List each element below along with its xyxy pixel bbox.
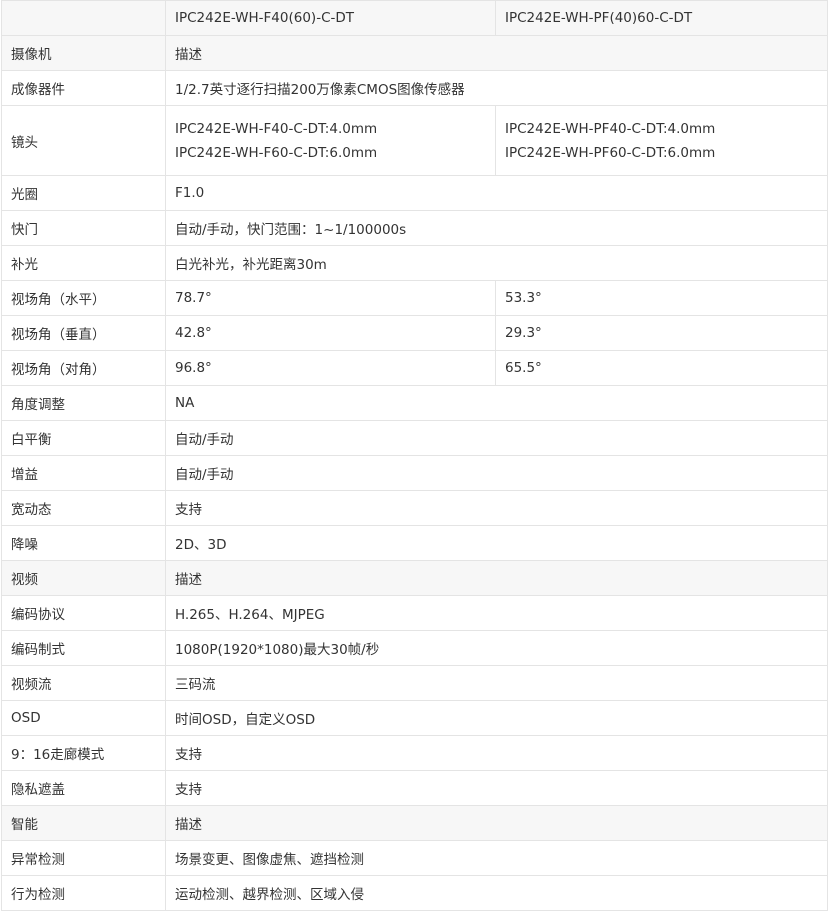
section-desc: 描述 — [165, 805, 828, 841]
table-row-aperture: 光圈 F1.0 — [1, 175, 828, 211]
row-value: 支持 — [165, 490, 828, 526]
table-row-fov-vertical: 视场角（垂直） 42.8° 29.3° — [1, 315, 828, 351]
row-label: 视场角（对角） — [1, 350, 166, 386]
table-row-white-balance: 白平衡 自动/手动 — [1, 420, 828, 456]
table-row-fov-diagonal: 视场角（对角） 96.8° 65.5° — [1, 350, 828, 386]
row-value-b: 53.3° — [495, 280, 828, 316]
row-label: 隐私遮盖 — [1, 770, 166, 806]
row-value: 运动检测、越界检测、区域入侵 — [165, 875, 828, 911]
lens-a-line1: IPC242E-WH-F40-C-DT:4.0mm — [175, 120, 378, 137]
section-row-video: 视频 描述 — [1, 560, 828, 596]
section-row-smart: 智能 描述 — [1, 805, 828, 841]
table-row-streams: 视频流 三码流 — [1, 665, 828, 701]
header-model-b: IPC242E-WH-PF(40)60-C-DT — [495, 0, 828, 36]
row-value: NA — [165, 385, 828, 421]
table-row-privacy-mask: 隐私遮盖 支持 — [1, 770, 828, 806]
row-label: 增益 — [1, 455, 166, 491]
row-label: 视场角（水平） — [1, 280, 166, 316]
row-label: 白平衡 — [1, 420, 166, 456]
row-label: 行为检测 — [1, 875, 166, 911]
lens-b-line2: IPC242E-WH-PF60-C-DT:6.0mm — [505, 144, 716, 161]
row-value: 2D、3D — [165, 525, 828, 561]
row-value-a: 96.8° — [165, 350, 496, 386]
table-row-shutter: 快门 自动/手动，快门范围：1~1/100000s — [1, 210, 828, 246]
row-value: 支持 — [165, 770, 828, 806]
row-label: 编码协议 — [1, 595, 166, 631]
table-row-wdr: 宽动态 支持 — [1, 490, 828, 526]
row-label: 降噪 — [1, 525, 166, 561]
row-value: 自动/手动，快门范围：1~1/100000s — [165, 210, 828, 246]
row-label: OSD — [1, 700, 166, 736]
table-row-sensor: 成像器件 1/2.7英寸逐行扫描200万像素CMOS图像传感器 — [1, 70, 828, 106]
row-value: F1.0 — [165, 175, 828, 211]
row-label: 视频流 — [1, 665, 166, 701]
row-label: 光圈 — [1, 175, 166, 211]
row-value: 白光补光，补光距离30m — [165, 245, 828, 281]
row-value-b: 65.5° — [495, 350, 828, 386]
table-row-format: 编码制式 1080P(1920*1080)最大30帧/秒 — [1, 630, 828, 666]
row-value: 三码流 — [165, 665, 828, 701]
row-value: 自动/手动 — [165, 420, 828, 456]
row-value: 1/2.7英寸逐行扫描200万像素CMOS图像传感器 — [165, 70, 828, 106]
row-value-a: IPC242E-WH-F40-C-DT:4.0mm IPC242E-WH-F60… — [165, 105, 496, 176]
section-desc: 描述 — [165, 560, 828, 596]
row-label: 成像器件 — [1, 70, 166, 106]
lens-b-line1: IPC242E-WH-PF40-C-DT:4.0mm — [505, 120, 716, 137]
table-row-anomaly-detection: 异常检测 场景变更、图像虚焦、遮挡检测 — [1, 840, 828, 876]
table-row-osd: OSD 时间OSD，自定义OSD — [1, 700, 828, 736]
row-label: 编码制式 — [1, 630, 166, 666]
row-value: 场景变更、图像虚焦、遮挡检测 — [165, 840, 828, 876]
row-label: 9：16走廊模式 — [1, 735, 166, 771]
section-label: 视频 — [1, 560, 166, 596]
table-row-corridor-mode: 9：16走廊模式 支持 — [1, 735, 828, 771]
row-value: 自动/手动 — [165, 455, 828, 491]
row-label: 角度调整 — [1, 385, 166, 421]
row-value-b: IPC242E-WH-PF40-C-DT:4.0mm IPC242E-WH-PF… — [495, 105, 828, 176]
section-desc: 描述 — [165, 35, 828, 71]
table-row-fill-light: 补光 白光补光，补光距离30m — [1, 245, 828, 281]
row-value: 时间OSD，自定义OSD — [165, 700, 828, 736]
lens-a-line2: IPC242E-WH-F60-C-DT:6.0mm — [175, 144, 378, 161]
section-label: 摄像机 — [1, 35, 166, 71]
row-label: 宽动态 — [1, 490, 166, 526]
row-value: 1080P(1920*1080)最大30帧/秒 — [165, 630, 828, 666]
table-row-angle-adjust: 角度调整 NA — [1, 385, 828, 421]
row-value-b: 29.3° — [495, 315, 828, 351]
header-model-a: IPC242E-WH-F40(60)-C-DT — [165, 0, 496, 36]
row-label: 快门 — [1, 210, 166, 246]
row-label: 镜头 — [1, 105, 166, 176]
table-row-behavior-detection: 行为检测 运动检测、越界检测、区域入侵 — [1, 875, 828, 911]
header-row: IPC242E-WH-F40(60)-C-DT IPC242E-WH-PF(40… — [1, 0, 828, 36]
section-row-camera: 摄像机 描述 — [1, 35, 828, 71]
row-value: 支持 — [165, 735, 828, 771]
row-label: 补光 — [1, 245, 166, 281]
row-value-a: 42.8° — [165, 315, 496, 351]
row-label: 视场角（垂直） — [1, 315, 166, 351]
table-row-gain: 增益 自动/手动 — [1, 455, 828, 491]
header-blank-cell — [1, 0, 166, 36]
table-row-noise-reduction: 降噪 2D、3D — [1, 525, 828, 561]
table-row-codec: 编码协议 H.265、H.264、MJPEG — [1, 595, 828, 631]
row-value-a: 78.7° — [165, 280, 496, 316]
table-row-lens: 镜头 IPC242E-WH-F40-C-DT:4.0mm IPC242E-WH-… — [1, 105, 828, 176]
table-row-fov-horizontal: 视场角（水平） 78.7° 53.3° — [1, 280, 828, 316]
row-value: H.265、H.264、MJPEG — [165, 595, 828, 631]
row-label: 异常检测 — [1, 840, 166, 876]
spec-table: IPC242E-WH-F40(60)-C-DT IPC242E-WH-PF(40… — [1, 0, 828, 911]
section-label: 智能 — [1, 805, 166, 841]
